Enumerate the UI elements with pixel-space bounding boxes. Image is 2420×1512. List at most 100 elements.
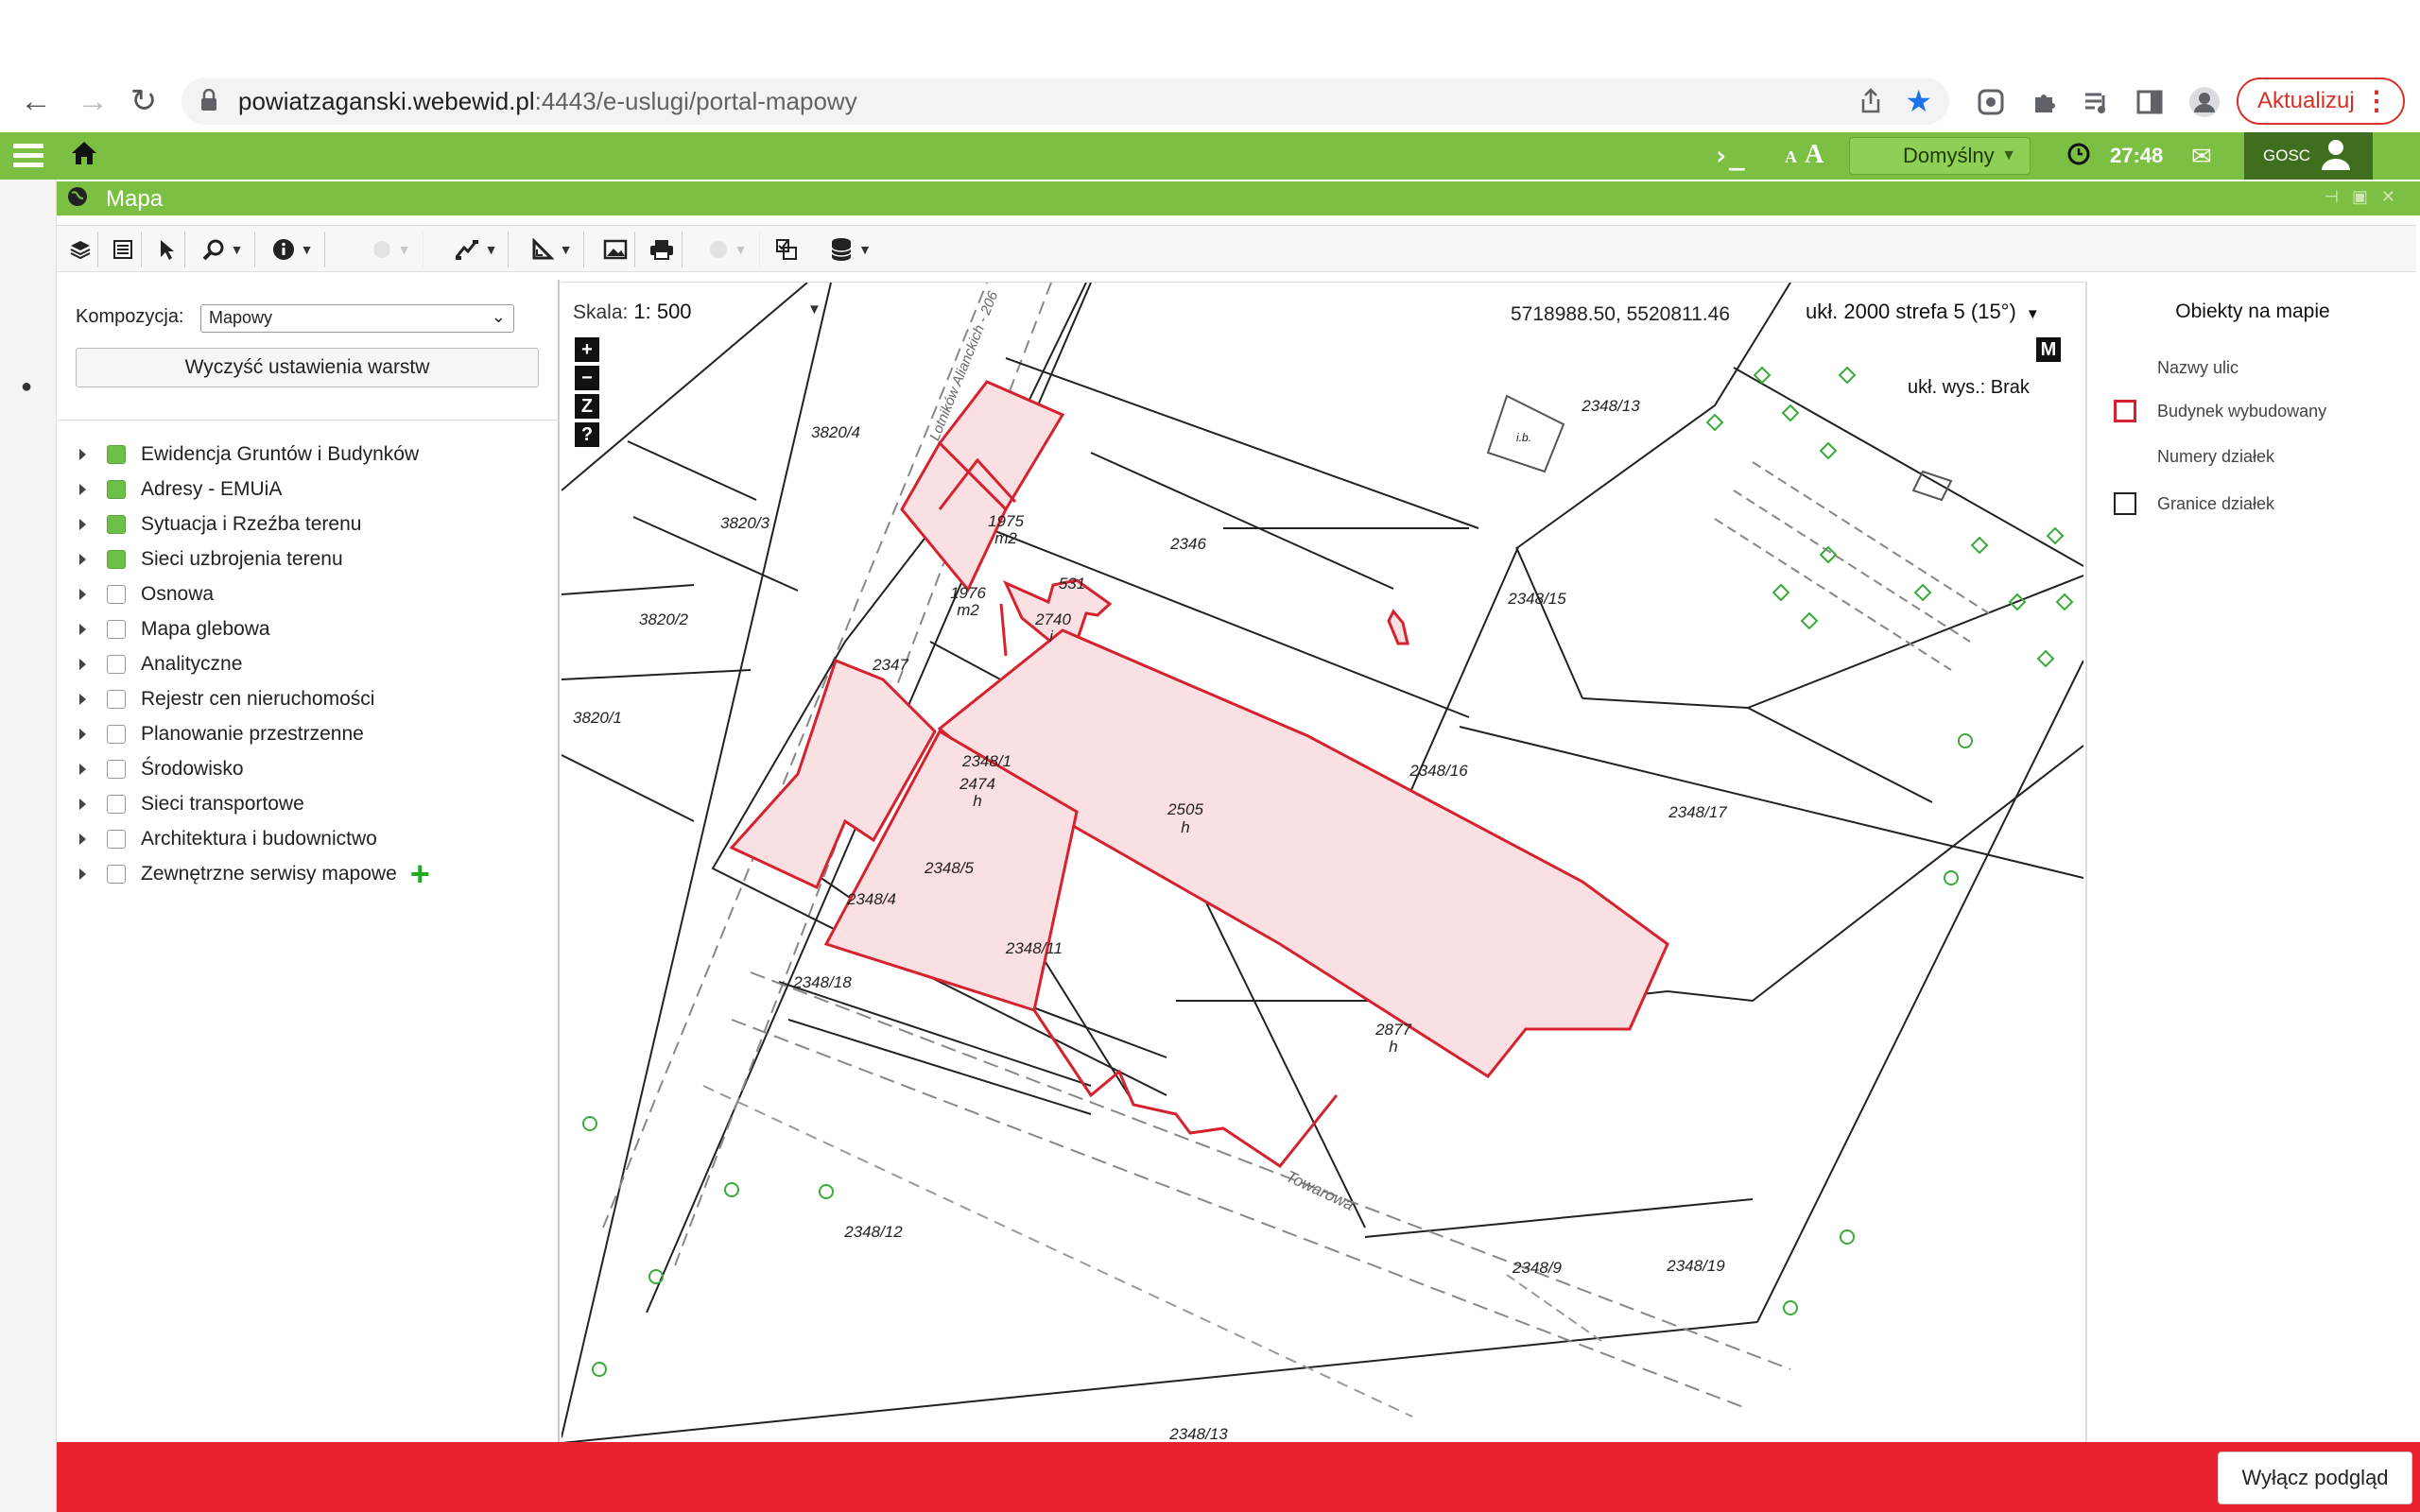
left-dock: ● bbox=[0, 180, 57, 1512]
window-controls[interactable]: ⊣▣✕ bbox=[2324, 187, 2409, 207]
profile-avatar-icon[interactable] bbox=[2186, 83, 2223, 121]
layer-item[interactable]: Sieci uzbrojenia terenu bbox=[79, 545, 343, 574]
expand-arrow-icon[interactable] bbox=[79, 554, 86, 565]
reload-icon[interactable]: ↻ bbox=[123, 74, 164, 129]
layer-item[interactable]: Sieci transportowe bbox=[79, 790, 304, 818]
parcel-label: 2474 bbox=[959, 775, 995, 793]
layer-item[interactable]: Mapa glebowa bbox=[79, 615, 270, 644]
layer-checkbox[interactable] bbox=[107, 515, 126, 534]
back-icon[interactable]: ← bbox=[15, 74, 57, 129]
layers-icon[interactable] bbox=[62, 232, 98, 267]
clear-layer-settings-button[interactable]: Wyczyść ustawienia warstw bbox=[76, 348, 539, 387]
expand-arrow-icon[interactable] bbox=[79, 799, 86, 810]
layer-item[interactable]: Rejestr cen nieruchomości bbox=[79, 685, 374, 713]
expand-arrow-icon[interactable] bbox=[79, 589, 86, 600]
terminal-icon[interactable]: ›_ bbox=[1713, 140, 1745, 171]
composition-select[interactable]: Mapowy ⌄ bbox=[200, 304, 514, 333]
crs-select[interactable]: ukł. 2000 strefa 5 (15°) ▼ bbox=[1806, 300, 2040, 324]
more-menu-icon[interactable]: ⋮ bbox=[2363, 85, 2390, 116]
layer-label: Analityczne bbox=[141, 653, 243, 675]
layer-checkbox[interactable] bbox=[107, 690, 126, 709]
parcel-label: 2348/15 bbox=[1507, 590, 1566, 608]
layer-item[interactable]: Architektura i budownictwo bbox=[79, 825, 377, 853]
info-icon[interactable]: ▼ bbox=[261, 232, 325, 267]
layer-checkbox[interactable] bbox=[107, 760, 126, 779]
expand-arrow-icon[interactable] bbox=[79, 449, 86, 460]
layer-item[interactable]: Adresy - EMUiA bbox=[79, 475, 282, 504]
extension-icon[interactable] bbox=[1972, 83, 2010, 121]
legend-swatch bbox=[2114, 400, 2136, 422]
home-icon[interactable] bbox=[70, 140, 98, 171]
parcel-label: 2348/18 bbox=[792, 973, 852, 991]
layer-item[interactable]: Zewnętrzne serwisy mapowe + bbox=[79, 857, 430, 891]
expand-arrow-icon[interactable] bbox=[79, 519, 86, 530]
map-canvas[interactable]: 3820/4 3820/3 3820/2 3820/1 2346 2348/13… bbox=[562, 282, 2083, 1442]
session-timer: 27:48 bbox=[2110, 144, 2164, 167]
measure-icon[interactable]: ▼ bbox=[520, 232, 584, 267]
forward-icon[interactable]: → bbox=[72, 74, 113, 129]
layer-checkbox[interactable] bbox=[107, 725, 126, 744]
user-menu[interactable]: GOSC bbox=[2244, 132, 2373, 180]
layer-checkbox[interactable] bbox=[107, 620, 126, 639]
layer-checkbox[interactable] bbox=[107, 655, 126, 674]
expand-arrow-icon[interactable] bbox=[79, 484, 86, 495]
expand-arrow-icon[interactable] bbox=[79, 659, 86, 670]
mail-icon[interactable]: ✉ bbox=[2191, 142, 2212, 171]
user-icon bbox=[2320, 138, 2352, 177]
layer-checkbox[interactable] bbox=[107, 795, 126, 814]
chevron-down-icon: ▼ bbox=[2025, 306, 2040, 322]
share-icon[interactable] bbox=[1858, 87, 1883, 120]
address-bar[interactable]: powiatzaganski.webewid.pl:4443/e-uslugi/… bbox=[182, 77, 1949, 125]
parcel-label: 2348/4 bbox=[846, 890, 896, 908]
layer-label: Architektura i budownictwo bbox=[141, 828, 377, 850]
layer-item[interactable]: Środowisko bbox=[79, 755, 244, 783]
search-icon[interactable]: ▼ bbox=[191, 232, 255, 267]
update-button[interactable]: Aktualizuj ⋮ bbox=[2237, 77, 2405, 125]
hamburger-menu-icon[interactable] bbox=[13, 140, 43, 170]
checklist-icon[interactable] bbox=[768, 232, 805, 267]
m-badge[interactable]: M bbox=[2036, 337, 2061, 362]
parcel-label: 1976 bbox=[950, 584, 986, 602]
parcel-label: 2346 bbox=[1169, 535, 1206, 553]
profile-select[interactable]: Domyślny ▼ bbox=[1849, 137, 2031, 175]
zoom-in-button[interactable]: + bbox=[575, 337, 599, 362]
layer-item[interactable]: Ewidencja Gruntów i Budynków bbox=[79, 440, 419, 469]
print-icon[interactable] bbox=[641, 232, 683, 267]
font-size-control[interactable]: AA bbox=[1785, 140, 1824, 170]
scale-control[interactable]: Skala: 1: 500 ▼ bbox=[573, 300, 821, 324]
database-icon[interactable]: ▼ bbox=[819, 232, 883, 267]
layer-item[interactable]: Sytuacja i Rzeźba terenu bbox=[79, 510, 361, 539]
bookmark-star-icon[interactable]: ★ bbox=[1905, 83, 1932, 119]
expand-arrow-icon[interactable] bbox=[79, 868, 86, 880]
layer-checkbox[interactable] bbox=[107, 445, 126, 464]
list-icon[interactable] bbox=[104, 232, 142, 267]
composition-label: Kompozycja: bbox=[76, 306, 184, 327]
layer-item[interactable]: Planowanie przestrzenne bbox=[79, 720, 364, 748]
layer-checkbox[interactable] bbox=[107, 865, 126, 884]
add-service-plus-icon[interactable]: + bbox=[410, 857, 430, 891]
parcel-label: 3820/1 bbox=[573, 709, 622, 727]
side-panel-icon[interactable] bbox=[2131, 83, 2169, 121]
help-button[interactable]: ? bbox=[575, 422, 599, 447]
globe-icon[interactable]: ● bbox=[21, 376, 32, 398]
expand-arrow-icon[interactable] bbox=[79, 729, 86, 740]
zoom-out-button[interactable]: − bbox=[575, 366, 599, 390]
image-icon[interactable] bbox=[596, 232, 635, 267]
legend-item: Numery działek bbox=[2114, 442, 2274, 471]
layer-checkbox[interactable] bbox=[107, 550, 126, 569]
layer-checkbox[interactable] bbox=[107, 585, 126, 604]
layer-item[interactable]: Analityczne bbox=[79, 650, 242, 679]
layer-checkbox[interactable] bbox=[107, 830, 126, 849]
draw-tool-icon[interactable]: ▼ bbox=[444, 232, 509, 267]
layer-checkbox[interactable] bbox=[107, 480, 126, 499]
media-queue-icon[interactable] bbox=[2078, 83, 2116, 121]
layer-item[interactable]: Osnowa bbox=[79, 580, 214, 609]
zoom-extent-button[interactable]: Z bbox=[575, 394, 599, 419]
expand-arrow-icon[interactable] bbox=[79, 833, 86, 845]
puzzle-icon[interactable] bbox=[2025, 83, 2063, 121]
expand-arrow-icon[interactable] bbox=[79, 694, 86, 705]
expand-arrow-icon[interactable] bbox=[79, 624, 86, 635]
pointer-icon[interactable] bbox=[147, 232, 185, 267]
expand-arrow-icon[interactable] bbox=[79, 764, 86, 775]
disable-preview-button[interactable]: Wyłącz podgląd bbox=[2218, 1452, 2412, 1504]
